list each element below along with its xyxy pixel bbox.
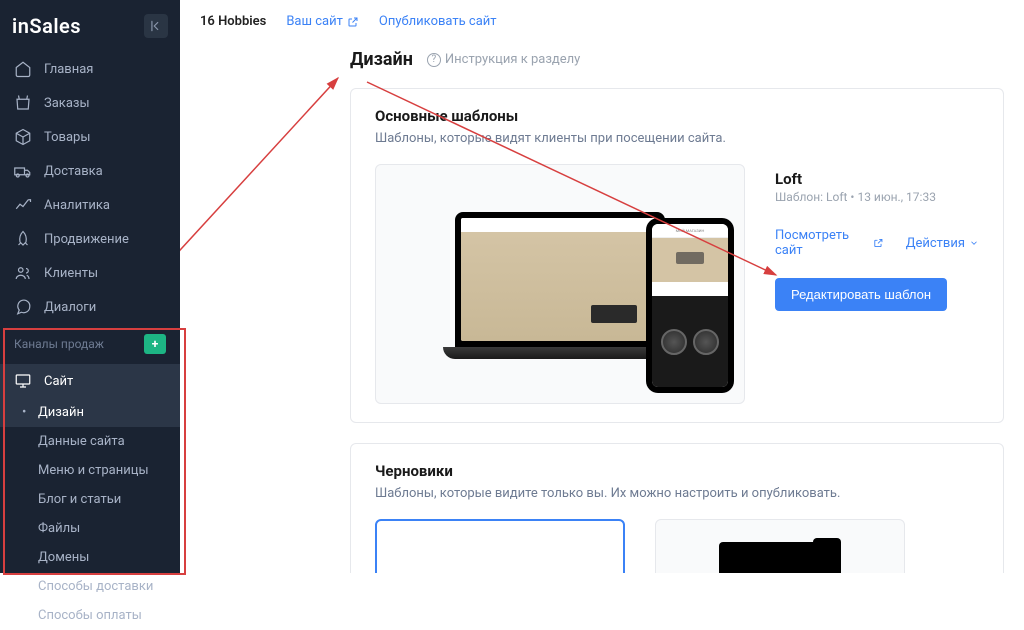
help-label: Инструкция к разделу	[445, 52, 580, 67]
gallery-item	[661, 329, 687, 355]
nav-clients[interactable]: Клиенты	[0, 256, 180, 290]
subnav-payment[interactable]: Способы оплаты	[0, 601, 180, 630]
phone-section	[652, 282, 728, 296]
phone-header: МОЙ МАГАЗИН	[652, 224, 728, 238]
subnav-blog[interactable]: Блог и статьи	[0, 485, 180, 514]
add-channel-button[interactable]: +	[144, 334, 166, 354]
users-icon	[14, 264, 32, 282]
sidebar-header: inSales	[0, 0, 180, 52]
bag-icon	[14, 94, 32, 112]
template-name: Loft	[775, 170, 979, 188]
card-title: Черновики	[375, 462, 979, 480]
template-row: МОЙ МАГАЗИН Loft	[375, 164, 979, 404]
phone-gallery	[652, 296, 728, 387]
box-icon	[14, 128, 32, 146]
template-meta: Loft Шаблон: Loft • 13 июн., 17:33 Посмо…	[775, 164, 979, 404]
laptop-header	[461, 218, 659, 232]
your-site-link[interactable]: Ваш сайт	[286, 14, 359, 29]
nav-label: Диалоги	[44, 300, 96, 315]
nav-label: Товары	[44, 130, 90, 145]
subnav-design[interactable]: Дизайн	[0, 398, 180, 427]
laptop-hero	[461, 232, 659, 341]
nav-promotion[interactable]: Продвижение	[0, 222, 180, 256]
edit-template-button[interactable]: Редактировать шаблон	[775, 278, 947, 311]
help-icon: ?	[427, 53, 441, 67]
page-title: Дизайн	[350, 49, 413, 70]
page-header: Дизайн ? Инструкция к разделу	[180, 49, 1024, 88]
external-link-icon	[873, 237, 884, 249]
subnav-domains[interactable]: Домены	[0, 543, 180, 572]
draft-row	[375, 519, 979, 573]
store-name: 16 Hobbies	[200, 14, 266, 29]
nav-label: Доставка	[44, 164, 103, 179]
arrow-left-icon	[149, 19, 163, 33]
phone-hero	[652, 238, 728, 282]
card-title: Основные шаблоны	[375, 107, 979, 125]
mini-devices	[719, 538, 841, 573]
drafts-card: Черновики Шаблоны, которые видите только…	[350, 443, 1004, 573]
rocket-icon	[14, 230, 32, 248]
channels-label: Каналы продаж	[14, 337, 104, 351]
draft-preview[interactable]	[655, 519, 905, 573]
nav-label: Аналитика	[44, 198, 110, 213]
template-preview[interactable]: МОЙ МАГАЗИН	[375, 164, 745, 404]
link-label: Действия	[906, 236, 965, 251]
link-label: Опубликовать сайт	[379, 14, 497, 29]
nav-label: Главная	[44, 62, 93, 77]
monitor-icon	[14, 372, 32, 390]
chevron-down-icon	[969, 238, 979, 248]
nav-dialogs[interactable]: Диалоги	[0, 290, 180, 324]
subnav-sitedata[interactable]: Данные сайта	[0, 427, 180, 456]
mini-laptop	[719, 542, 819, 573]
logo: inSales	[12, 14, 81, 38]
site-subnav: Дизайн Данные сайта Меню и страницы Блог…	[0, 398, 180, 630]
topbar: 16 Hobbies Ваш сайт Опубликовать сайт	[180, 0, 1024, 43]
subnav-shipping[interactable]: Способы доставки	[0, 572, 180, 601]
nav-products[interactable]: Товары	[0, 120, 180, 154]
chart-icon	[14, 196, 32, 214]
laptop-base	[443, 347, 678, 359]
nav-delivery[interactable]: Доставка	[0, 154, 180, 188]
nav-analytics[interactable]: Аналитика	[0, 188, 180, 222]
nav-label: Заказы	[44, 96, 90, 111]
external-link-icon	[347, 16, 359, 28]
nav-label: Клиенты	[44, 266, 98, 281]
phone-mockup: МОЙ МАГАЗИН	[646, 218, 734, 393]
main-templates-card: Основные шаблоны Шаблоны, которые видят …	[350, 88, 1004, 423]
template-links: Посмотреть сайт Действия	[775, 228, 979, 258]
channels-section: Каналы продаж +	[0, 324, 180, 364]
subnav-files[interactable]: Файлы	[0, 514, 180, 543]
nav-orders[interactable]: Заказы	[0, 86, 180, 120]
template-subtitle: Шаблон: Loft • 13 июн., 17:33	[775, 190, 979, 204]
truck-icon	[14, 162, 32, 180]
link-label: Ваш сайт	[286, 14, 343, 29]
nav-site[interactable]: Сайт	[0, 364, 180, 398]
gallery-item	[693, 329, 719, 355]
link-label: Посмотреть сайт	[775, 228, 869, 258]
mini-phone	[813, 538, 841, 573]
nav-home[interactable]: Главная	[0, 52, 180, 86]
sidebar: inSales Главная Заказы Товары Доставка А…	[0, 0, 180, 573]
publish-site-link[interactable]: Опубликовать сайт	[379, 14, 497, 29]
phone-content: МОЙ МАГАЗИН	[652, 224, 728, 387]
card-desc: Шаблоны, которые видите только вы. Их мо…	[375, 486, 979, 501]
help-link[interactable]: ? Инструкция к разделу	[427, 52, 580, 67]
content: Дизайн ? Инструкция к разделу Основные ш…	[180, 43, 1024, 573]
actions-dropdown[interactable]: Действия	[906, 228, 979, 258]
card-desc: Шаблоны, которые видят клиенты при посещ…	[375, 131, 979, 146]
collapse-sidebar-button[interactable]	[144, 14, 168, 38]
view-site-link[interactable]: Посмотреть сайт	[775, 228, 884, 258]
draft-preview-selected[interactable]	[375, 519, 625, 573]
laptop-mockup	[443, 212, 678, 367]
nav-label: Продвижение	[44, 232, 129, 247]
chat-icon	[14, 298, 32, 316]
laptop-screen	[455, 212, 665, 347]
main: 16 Hobbies Ваш сайт Опубликовать сайт Ди…	[180, 0, 1024, 573]
subnav-menus[interactable]: Меню и страницы	[0, 456, 180, 485]
nav-label: Сайт	[44, 374, 73, 389]
home-icon	[14, 60, 32, 78]
laptop-content	[461, 218, 659, 341]
